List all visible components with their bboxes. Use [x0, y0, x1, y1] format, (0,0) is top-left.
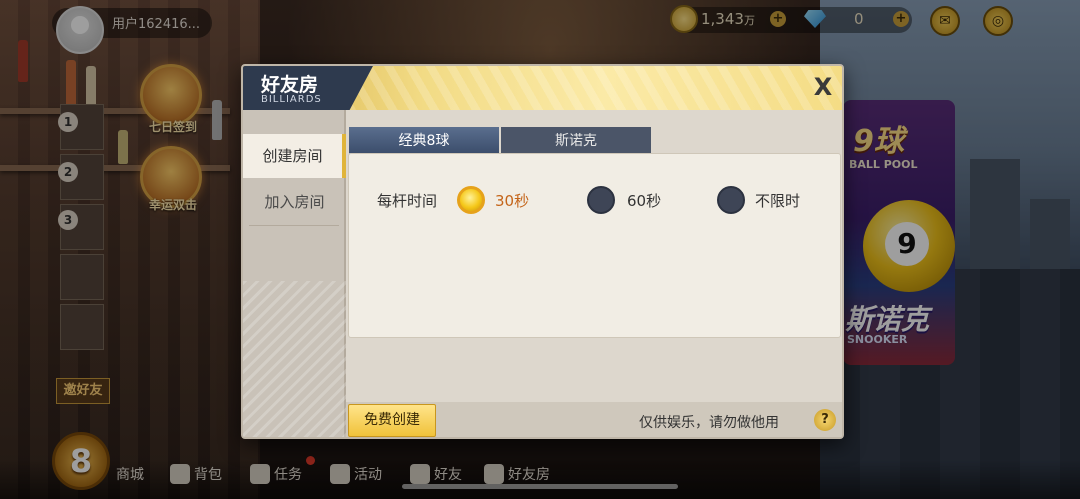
disclaimer-text: 仅供娱乐，请勿做他用 — [639, 415, 779, 431]
dialog-title: 好友房 — [261, 74, 319, 96]
radio-60s-label[interactable]: 60秒 — [627, 190, 661, 211]
tab-snooker[interactable]: 斯诺克 — [501, 127, 651, 155]
radio-unlimited-label[interactable]: 不限时 — [755, 190, 800, 211]
free-create-button[interactable]: 免费创建 — [348, 404, 436, 437]
friend-room-dialog: 好友房 BILLIARDS X 创建房间 加入房间 经典8球 斯诺克 每杆时间 … — [241, 64, 844, 439]
radio-unlimited[interactable] — [717, 186, 745, 214]
help-icon[interactable]: ? — [814, 409, 836, 431]
dialog-header: 好友房 BILLIARDS X — [243, 66, 842, 110]
dialog-main: 经典8球 斯诺克 每杆时间 30秒 60秒 不限时 免费创建 仅供娱乐，请勿做他… — [346, 110, 842, 437]
radio-60s[interactable] — [587, 186, 615, 214]
shot-time-label: 每杆时间 — [377, 192, 438, 210]
dialog-sidebar: 创建房间 加入房间 — [243, 110, 346, 437]
tab-classic-8-ball[interactable]: 经典8球 — [349, 127, 499, 155]
dialog-subtitle: BILLIARDS — [261, 94, 322, 105]
dialog-footer: 免费创建 仅供娱乐，请勿做他用 ? — [346, 402, 842, 437]
tab-join-room[interactable]: 加入房间 — [243, 180, 346, 224]
radio-30s-label[interactable]: 30秒 — [495, 190, 529, 211]
radio-30s[interactable] — [457, 186, 485, 214]
settings-panel: 每杆时间 30秒 60秒 不限时 — [348, 153, 841, 338]
close-icon[interactable]: X — [808, 72, 838, 102]
tab-create-room[interactable]: 创建房间 — [243, 134, 346, 178]
divider — [249, 225, 339, 226]
